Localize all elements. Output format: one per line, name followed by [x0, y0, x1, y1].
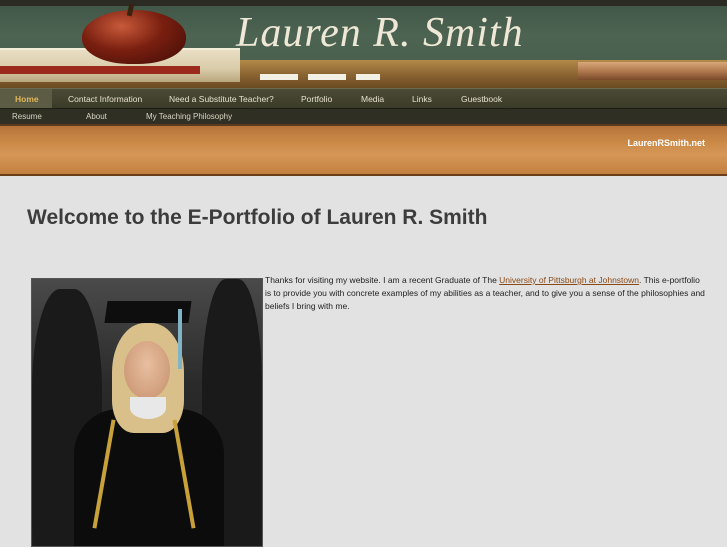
- page-title: Welcome to the E-Portfolio of Lauren R. …: [27, 206, 488, 229]
- site-title: Lauren R. Smith: [236, 10, 524, 56]
- nav-item-guestbook[interactable]: Guestbook: [461, 89, 502, 109]
- face: [124, 341, 170, 399]
- apple-icon: [82, 10, 186, 64]
- banner-top-strip: [0, 0, 727, 6]
- chalk-pieces: [260, 74, 380, 80]
- subnav-item-teaching-philosophy[interactable]: My Teaching Philosophy: [146, 109, 232, 125]
- university-link[interactable]: University of Pittsburgh at Johnstown: [499, 275, 639, 285]
- cap-tassel: [178, 309, 182, 369]
- nav-item-contact-information[interactable]: Contact Information: [68, 89, 142, 109]
- nav-item-portfolio[interactable]: Portfolio: [301, 89, 332, 109]
- primary-nav: Home Contact Information Need a Substitu…: [0, 88, 727, 109]
- site-domain: LaurenRSmith.net: [627, 138, 705, 148]
- nav-item-home[interactable]: Home: [15, 89, 39, 109]
- gown-collar: [130, 397, 166, 419]
- accent-bar: LaurenRSmith.net: [0, 124, 727, 176]
- nav-item-links[interactable]: Links: [412, 89, 432, 109]
- header-banner: Lauren R. Smith: [0, 0, 727, 88]
- nav-item-media[interactable]: Media: [361, 89, 384, 109]
- subnav-item-resume[interactable]: Resume: [12, 109, 42, 125]
- intro-text-before: Thanks for visiting my website. I am a r…: [265, 275, 500, 285]
- nav-item-substitute-teacher[interactable]: Need a Substitute Teacher?: [169, 89, 274, 109]
- subnav-item-about[interactable]: About: [86, 109, 107, 125]
- graduation-photo: [31, 278, 263, 547]
- secondary-nav: Resume About My Teaching Philosophy: [0, 108, 727, 125]
- intro-paragraph: Thanks for visiting my website. I am a r…: [265, 274, 705, 313]
- red-book: [0, 66, 200, 74]
- ruler: [578, 62, 727, 80]
